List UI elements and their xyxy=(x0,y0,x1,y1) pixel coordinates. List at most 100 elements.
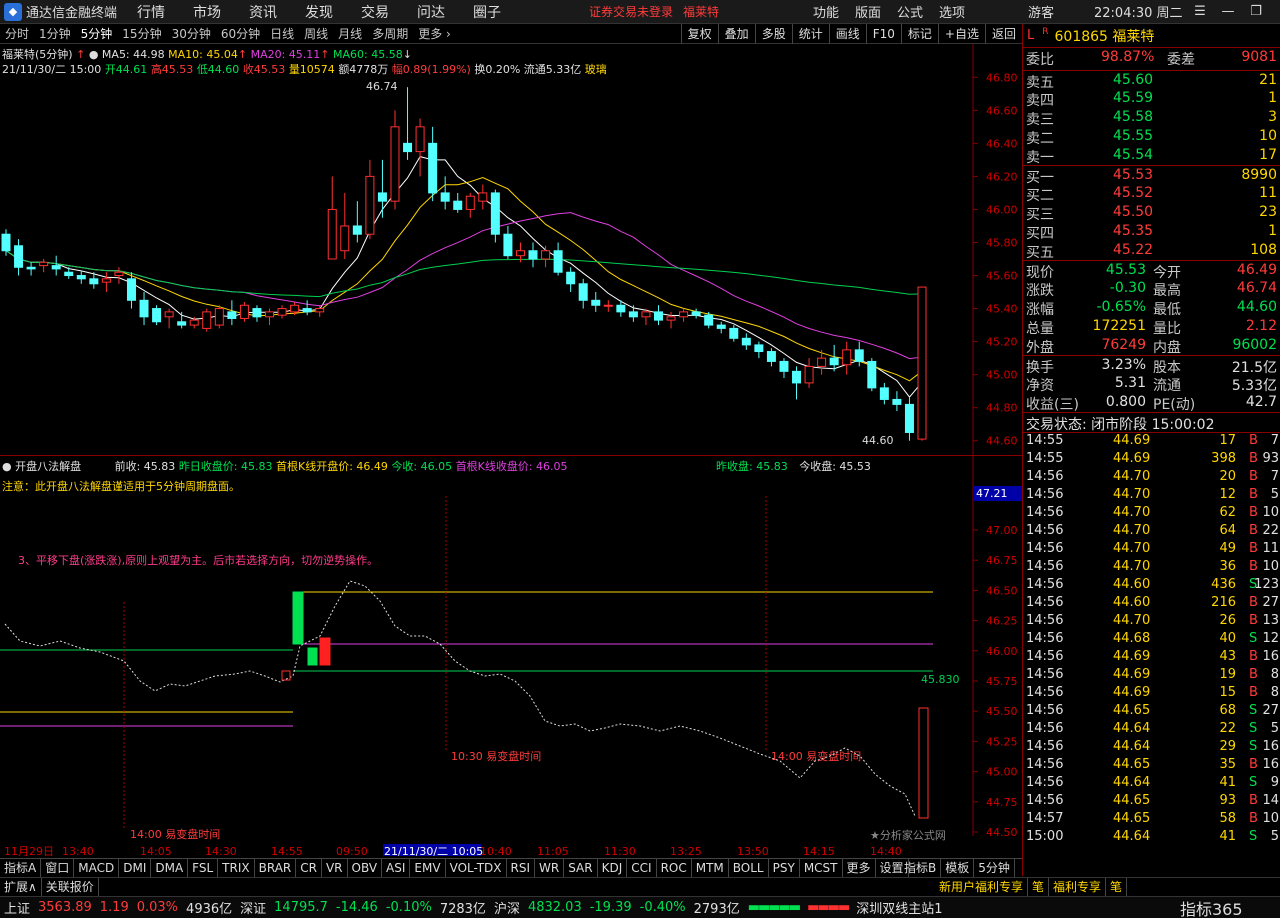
tick-side: B xyxy=(1249,685,1258,700)
stat-value-2: 42.7 xyxy=(1245,394,1277,410)
quote-stat-row: 净资 5.31 流通 5.33亿 xyxy=(1023,374,1280,394)
tool-draw[interactable]: 画线 xyxy=(828,23,866,44)
period-week[interactable]: 周线 xyxy=(299,25,333,42)
period-60min[interactable]: 60分钟 xyxy=(216,25,265,42)
indicator-tab[interactable]: DMI xyxy=(119,859,152,877)
indicator-tab[interactable]: TRIX xyxy=(218,859,255,877)
user-label[interactable]: 游客 xyxy=(1028,2,1054,21)
indicator-tab[interactable]: PSY xyxy=(769,859,800,877)
turn-time-2: 10:30 易变盘时间 xyxy=(451,749,541,763)
minimize-icon[interactable]: — xyxy=(1214,4,1242,19)
promo-tab[interactable]: 新用户福利专享 xyxy=(935,878,1029,896)
tab-right-item[interactable]: 指标B xyxy=(900,859,942,877)
promo-tab[interactable]: 笔 xyxy=(1028,878,1050,896)
ask-price: 45.58 xyxy=(1113,109,1154,125)
tick-side: B xyxy=(1249,811,1258,826)
period-30min[interactable]: 30分钟 xyxy=(167,25,216,42)
candle-body xyxy=(202,311,212,329)
menu-circle[interactable]: 圈子 xyxy=(473,2,501,22)
promo-tab[interactable]: 福利专享 xyxy=(1049,878,1107,896)
indicator-tab[interactable]: CR xyxy=(296,859,322,877)
server-site[interactable]: 深圳双线主站1 xyxy=(856,898,942,917)
bid-price: 45.52 xyxy=(1113,185,1154,201)
indicator-tab[interactable]: MCST xyxy=(800,859,843,877)
candle-body xyxy=(578,283,588,301)
menu-icon[interactable]: ☰ xyxy=(1186,4,1214,19)
menu-trade[interactable]: 交易 xyxy=(361,2,389,22)
stat-value-2: 44.60 xyxy=(1236,299,1277,315)
tool-add-watch[interactable]: +自选 xyxy=(937,23,985,44)
indicator-tab[interactable]: RSI xyxy=(507,859,536,877)
indicator-tab[interactable]: 更多 xyxy=(843,859,876,877)
menu-discover[interactable]: 发现 xyxy=(305,2,333,22)
period-15min[interactable]: 15分钟 xyxy=(117,25,166,42)
menu-ask[interactable]: 问达 xyxy=(417,2,445,22)
tool-back[interactable]: 返回 xyxy=(984,23,1022,44)
tool-mark[interactable]: 标记 xyxy=(900,23,938,44)
tool-multi[interactable]: 多股 xyxy=(754,23,792,44)
close-icon[interactable]: ✕ xyxy=(1270,4,1280,19)
indicator-tab[interactable]: 指标A xyxy=(0,859,42,877)
indicator-tab[interactable]: DMA xyxy=(151,859,189,877)
indicator-tab[interactable]: VOL-TDX xyxy=(446,859,507,877)
indicator-tab[interactable]: 窗口 xyxy=(41,859,75,877)
hs-index-label[interactable]: 沪深 xyxy=(494,898,520,917)
tick-volume: 216 xyxy=(1211,595,1236,610)
period-day[interactable]: 日线 xyxy=(265,25,299,42)
period-more[interactable]: 更多 › xyxy=(413,25,456,42)
indicator-tab[interactable]: BRAR xyxy=(255,859,297,877)
tool-stats[interactable]: 统计 xyxy=(791,23,829,44)
sub-y-tick-label: 44.50 xyxy=(986,826,1018,839)
indicator-tab[interactable]: EMV xyxy=(410,859,446,877)
indicator-tab[interactable]: VR xyxy=(322,859,348,877)
candle-body xyxy=(591,299,601,306)
period-multi[interactable]: 多周期 xyxy=(367,25,413,42)
period-1min[interactable]: 1分钟 xyxy=(34,25,76,42)
tool-f10[interactable]: F10 xyxy=(865,23,901,44)
indicator-tab[interactable]: FSL xyxy=(188,859,219,877)
indicator-tab[interactable]: OBV xyxy=(348,859,383,877)
indicator-tab[interactable]: SAR xyxy=(564,859,598,877)
notice-stock: 福莱特 xyxy=(683,5,720,19)
menu-news[interactable]: 资讯 xyxy=(249,2,277,22)
indicator-tab[interactable]: WR xyxy=(535,859,565,877)
tool-adjust[interactable]: 复权 xyxy=(680,23,718,44)
candle-body xyxy=(152,308,162,323)
indicator-tab[interactable]: ASI xyxy=(382,859,411,877)
sub-y-tick-label: 45.50 xyxy=(986,705,1018,718)
menu-layout[interactable]: 版面 xyxy=(855,2,881,21)
tick-list[interactable]: 14:55 44.69 17 B 7 14:55 44.69 398 B 93 14:56 44.70… xyxy=(1023,432,1280,847)
tab-right-item[interactable]: 模板 xyxy=(941,859,975,877)
stat-value: 45.53 xyxy=(1105,262,1146,278)
menu-quotes[interactable]: 行情 xyxy=(137,2,165,22)
ask-price: 45.60 xyxy=(1113,72,1154,88)
indicator-tab[interactable]: ROC xyxy=(657,859,692,877)
period-month[interactable]: 月线 xyxy=(333,25,367,42)
indicator-tab[interactable]: MTM xyxy=(692,859,729,877)
period-5min[interactable]: 5分钟 xyxy=(76,25,118,42)
sz-index-label[interactable]: 深证 xyxy=(240,898,266,917)
menu-function[interactable]: 功能 xyxy=(813,2,839,21)
status-bar: 上证 3563.89 1.19 0.03% 4936亿 深证 14795.7 -… xyxy=(0,896,1280,918)
indicator-tab[interactable]: BOLL xyxy=(729,859,769,877)
kline-chart[interactable]: 福莱特(5分钟) ↑ ● MA5: 44.98 MA10: 45.04↑ MA2… xyxy=(0,44,1022,456)
menu-market[interactable]: 市场 xyxy=(193,2,221,22)
sh-index-label[interactable]: 上证 xyxy=(4,898,30,917)
indicator-tab[interactable]: MACD xyxy=(74,859,120,877)
extend-tab[interactable]: 扩展∧ xyxy=(0,878,42,896)
tab-right-item[interactable]: 5分钟 xyxy=(974,859,1015,877)
indicator-tab[interactable]: KDJ xyxy=(598,859,628,877)
stock-code[interactable]: 601865 福莱特 xyxy=(1055,26,1155,46)
period-timeshare[interactable]: 分时 xyxy=(0,25,34,42)
menu-formula[interactable]: 公式 xyxy=(897,2,923,21)
promo-tab[interactable]: 笔 xyxy=(1106,878,1128,896)
maximize-icon[interactable]: ❐ xyxy=(1242,4,1270,19)
login-notice[interactable]: 证券交易未登录 福莱特 xyxy=(589,3,719,20)
tool-overlay[interactable]: 叠加 xyxy=(717,23,755,44)
menu-options[interactable]: 选项 xyxy=(939,2,965,21)
candle-body xyxy=(741,337,751,346)
extend-tab[interactable]: 关联报价 xyxy=(42,878,99,896)
indicator-tab[interactable]: CCI xyxy=(627,859,657,877)
indicator-chart[interactable]: ● 开盘八法解盘 前收: 45.83 昨日收盘价: 45.83 首根K线开盘价:… xyxy=(0,456,1022,856)
x-tick-label: 14:30 xyxy=(205,845,237,856)
